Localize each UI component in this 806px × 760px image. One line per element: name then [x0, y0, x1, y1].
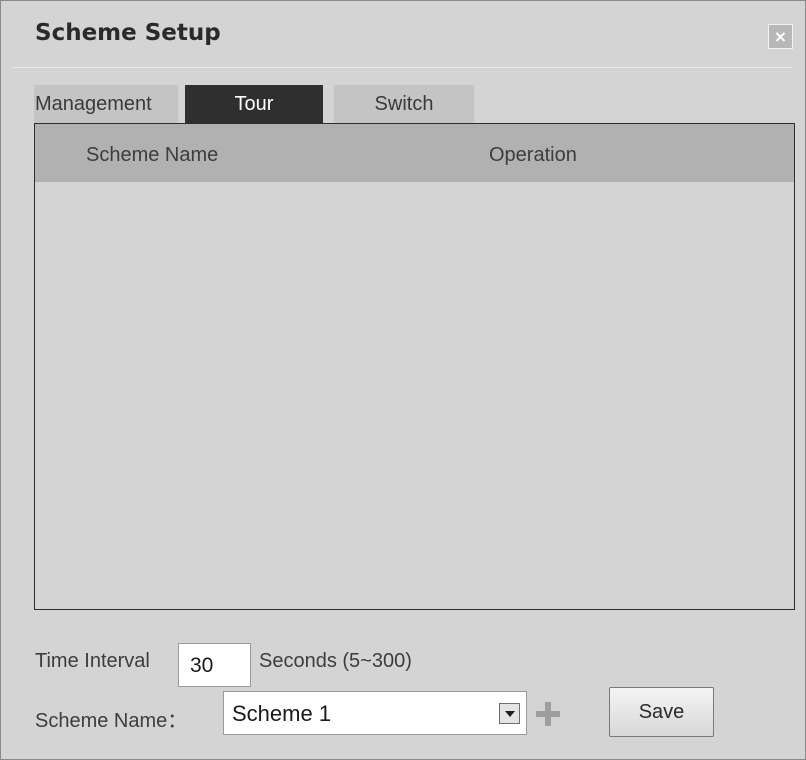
plus-icon[interactable]	[536, 702, 560, 726]
chevron-down-icon	[505, 711, 515, 717]
column-header-operation: Operation	[489, 144, 577, 166]
title-divider	[13, 67, 793, 68]
save-button[interactable]: Save	[609, 687, 714, 737]
dropdown-button[interactable]	[499, 703, 520, 724]
tab-tour[interactable]: Tour	[185, 85, 323, 123]
scheme-name-value: Scheme 1	[232, 701, 332, 726]
scheme-name-select[interactable]: Scheme 1	[223, 691, 527, 735]
scheme-name-label: Scheme Name：	[35, 710, 188, 732]
time-interval-input[interactable]: 30	[178, 643, 251, 687]
close-icon[interactable]: ×	[768, 24, 793, 49]
interval-unit-label: Seconds (5~300)	[259, 650, 412, 672]
scheme-setup-dialog: Scheme Setup × Management Tour Switch Sc…	[0, 0, 806, 760]
scheme-table: Scheme Name Operation	[34, 123, 795, 610]
tab-management[interactable]: Management	[34, 85, 178, 123]
column-header-scheme-name: Scheme Name	[86, 144, 219, 166]
table-header: Scheme Name Operation	[35, 124, 794, 182]
tab-switch[interactable]: Switch	[334, 85, 474, 123]
dialog-title: Scheme Setup	[35, 20, 221, 46]
time-interval-label: Time Interval	[35, 650, 150, 672]
